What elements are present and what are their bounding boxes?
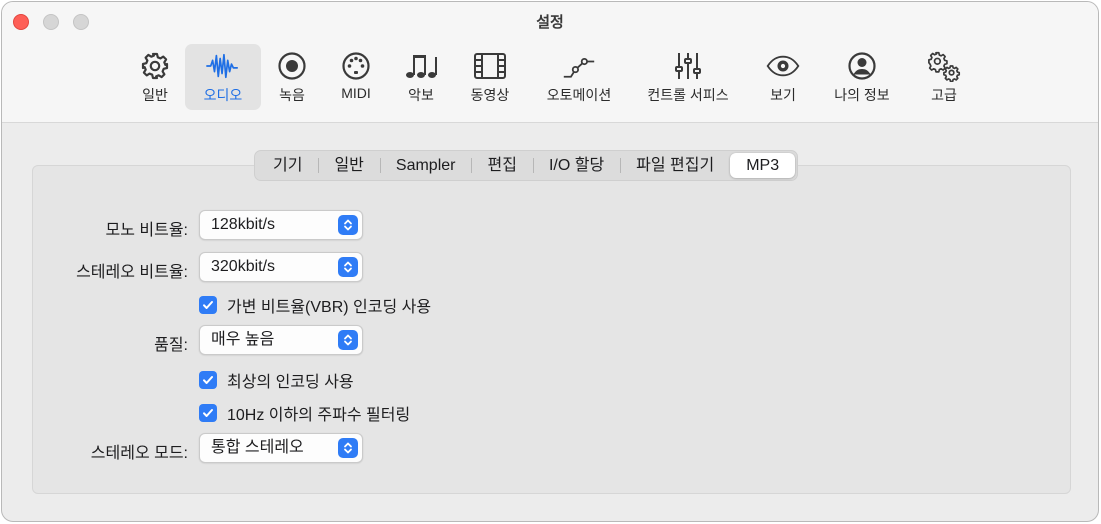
best-encoding-checkbox[interactable]: 최상의 인코딩 사용 — [199, 368, 354, 392]
filter-10hz-checkbox[interactable]: 10Hz 이하의 주파수 필터링 — [199, 401, 410, 425]
tab-mp3[interactable]: MP3 — [730, 153, 796, 178]
quality-label: 품질: — [154, 337, 188, 354]
toolbar-label: 악보 — [408, 87, 434, 103]
waveform-icon — [206, 49, 240, 83]
stereo-bitrate-label: 스테레오 비트율: — [76, 264, 188, 281]
toolbar-label: 오디오 — [203, 87, 243, 103]
toolbar-label: 일반 — [142, 87, 168, 103]
tab-sampler[interactable]: Sampler — [379, 153, 472, 178]
record-icon — [275, 49, 309, 83]
midi-port-icon — [339, 49, 373, 83]
toolbar-label: 컨트롤 서피스 — [647, 87, 729, 103]
toolbar-label: MIDI — [341, 85, 371, 101]
toolbar-label: 녹음 — [279, 87, 305, 103]
chevron-up-down-icon — [338, 215, 358, 235]
chevron-up-down-icon — [338, 257, 358, 277]
mono-bitrate-popup[interactable]: 128kbit/s — [199, 210, 363, 240]
toolbar-label: 동영상 — [470, 87, 510, 103]
toolbar-item-my-info[interactable]: 나의 정보 — [824, 44, 900, 110]
settings-window: 설정 일반 오디오 녹음 MIDI 악보 동영상 오토메이션 컨트롤 서피스 보… — [1, 1, 1099, 522]
toolbar-item-view[interactable]: 보기 — [755, 44, 811, 110]
window-title: 설정 — [536, 14, 564, 31]
toolbar-label: 오토메이션 — [546, 87, 612, 103]
vbr-checkbox-label: 가변 비트율(VBR) 인코딩 사용 — [227, 299, 432, 316]
toolbar-item-score[interactable]: 악보 — [393, 44, 449, 110]
person-icon — [845, 49, 879, 83]
automation-curve-icon — [562, 49, 596, 83]
stereo-mode-popup[interactable]: 통합 스테레오 — [199, 433, 363, 463]
stereo-bitrate-popup[interactable]: 320kbit/s — [199, 252, 363, 282]
toolbar-label: 나의 정보 — [834, 87, 890, 103]
toolbar-item-general[interactable]: 일반 — [127, 44, 183, 110]
toolbar-label: 보기 — [770, 87, 796, 103]
checkmark-icon — [199, 296, 217, 314]
tab-file-editor[interactable]: 파일 편집기 — [620, 153, 730, 178]
toolbar-item-control-surfaces[interactable]: 컨트롤 서피스 — [635, 44, 741, 110]
quality-popup[interactable]: 매우 높음 — [199, 325, 363, 355]
quality-value: 매우 높음 — [211, 331, 275, 348]
filter-10hz-checkbox-label: 10Hz 이하의 주파수 필터링 — [227, 407, 411, 424]
toolbar-item-midi[interactable]: MIDI — [328, 44, 384, 110]
gears-icon — [927, 49, 961, 83]
tab-editing[interactable]: 편집 — [471, 153, 532, 178]
stereo-mode-label: 스테레오 모드: — [90, 445, 188, 462]
film-icon — [473, 49, 507, 83]
mono-bitrate-value: 128kbit/s — [211, 216, 276, 233]
toolbar-item-movie[interactable]: 동영상 — [458, 44, 522, 110]
preferences-tab-bar: 기기 일반 Sampler 편집 I/O 할당 파일 편집기 MP3 — [254, 150, 799, 181]
chevron-up-down-icon — [338, 330, 358, 350]
toolbar-item-advanced[interactable]: 고급 — [916, 44, 972, 110]
tab-io-assignments[interactable]: I/O 할당 — [532, 153, 620, 178]
titlebar: 설정 일반 오디오 녹음 MIDI 악보 동영상 오토메이션 컨트롤 서피스 보… — [2, 2, 1098, 123]
checkmark-icon — [199, 404, 217, 422]
tab-general[interactable]: 일반 — [318, 153, 379, 178]
vbr-checkbox[interactable]: 가변 비트율(VBR) 인코딩 사용 — [199, 293, 431, 317]
gear-icon — [138, 49, 172, 83]
eye-icon — [766, 49, 800, 83]
stereo-bitrate-value: 320kbit/s — [211, 258, 276, 275]
best-encoding-checkbox-label: 최상의 인코딩 사용 — [227, 374, 354, 391]
chevron-up-down-icon — [338, 438, 358, 458]
toolbar-item-audio[interactable]: 오디오 — [185, 44, 261, 110]
tab-devices[interactable]: 기기 — [257, 153, 318, 178]
toolbar-item-record[interactable]: 녹음 — [264, 44, 320, 110]
toolbar-label: 고급 — [931, 87, 957, 103]
stereo-mode-value: 통합 스테레오 — [211, 439, 304, 456]
music-notes-icon — [404, 49, 438, 83]
checkmark-icon — [199, 371, 217, 389]
mono-bitrate-label: 모노 비트율: — [105, 222, 189, 239]
faders-icon — [671, 49, 705, 83]
toolbar-item-automation[interactable]: 오토메이션 — [536, 44, 622, 110]
